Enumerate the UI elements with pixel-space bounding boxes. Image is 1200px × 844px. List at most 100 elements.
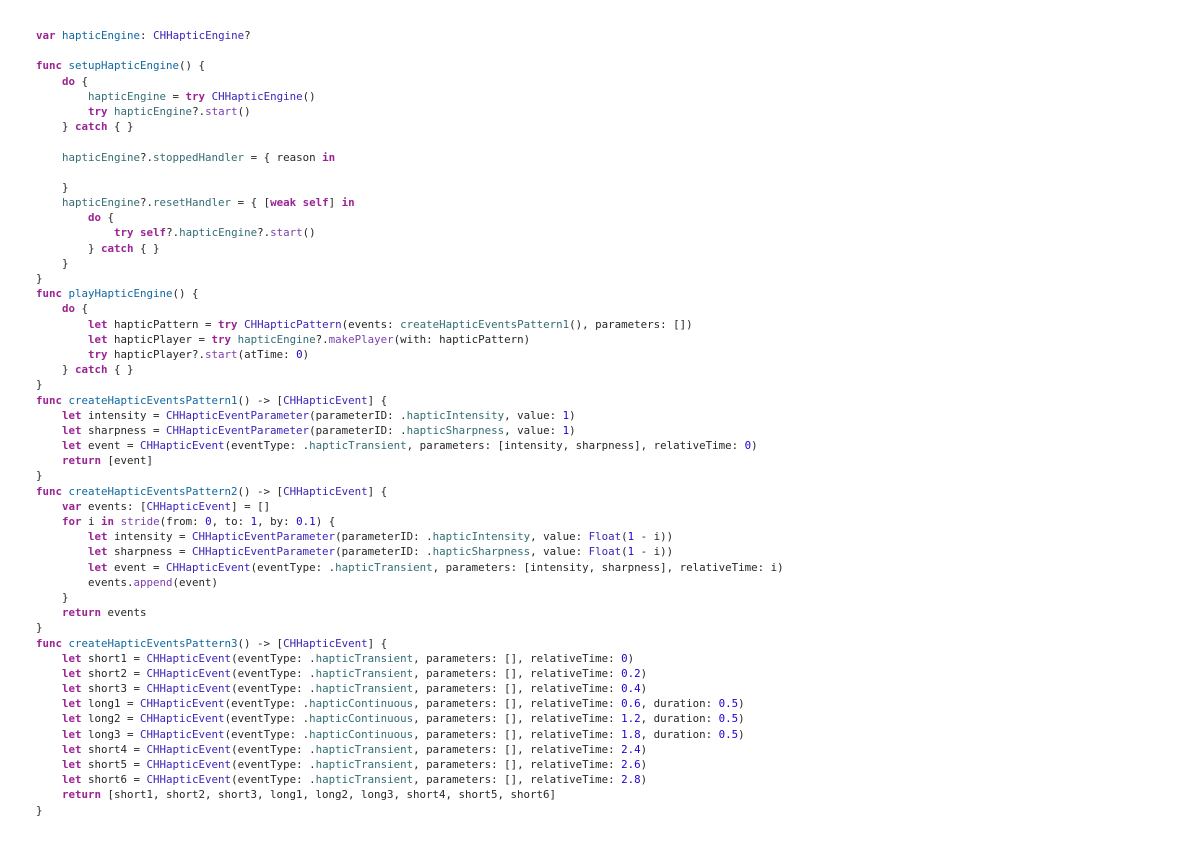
code-token: 0.2 [621,666,641,680]
code-line: do { [36,210,1200,225]
code-token: try [218,317,238,331]
code-line: let event = CHHapticEvent(eventType: .ha… [36,438,1200,453]
code-token: events [101,606,147,620]
code-token: { } [133,241,160,255]
code-line: func setupHapticEngine() { [36,58,1200,73]
code-token: short1 = [81,651,147,665]
code-token: createHapticEventsPattern3 [68,636,238,650]
code-token: catch [75,120,108,134]
code-line: return events [36,605,1200,620]
code-token: CHHapticEvent [283,393,368,407]
code-token: () { [179,59,206,73]
code-token: , value: [504,423,563,437]
code-token: hapticTransient [315,742,414,756]
code-token: ) [640,666,648,680]
code-token: (eventType: . [231,758,316,771]
code-token: hapticIntensity [406,408,505,422]
code-line: let short4 = CHHapticEvent(eventType: .h… [36,742,1200,757]
code-line: let intensity = CHHapticEventParameter(p… [36,529,1200,544]
code-token: event = [107,560,167,574]
code-token: , parameters: [intensity, sharpness], re… [406,439,745,453]
code-token: let [62,727,82,741]
code-token: CHHapticEvent [283,484,368,498]
code-token: short6 = [81,773,147,787]
code-token: (atTime: [237,347,297,361]
code-token: short4 = [81,742,147,756]
code-token: } [36,363,76,377]
code-token: CHHapticEvent [140,727,225,741]
code-token: short3 = [81,682,147,696]
code-token: stoppedHandler [153,150,245,164]
code-token: ? [244,29,251,42]
code-token: ) [738,712,745,726]
code-line: hapticEngine = try CHHapticEngine() [36,89,1200,104]
code-token: hapticTransient [315,758,414,771]
code-token: let [62,758,82,771]
code-token: start [205,104,238,118]
code-line: let event = CHHapticEvent(eventType: .ha… [36,560,1200,575]
code-token: try [88,347,108,361]
code-token: hapticContinuous [309,697,414,711]
code-token: (parameterID: . [309,423,407,437]
code-token: ?. [315,332,329,346]
code-token: hapticEngine [179,226,258,240]
code-token: (eventType: . [224,697,310,711]
code-token: i [81,515,102,528]
code-token: let [88,530,108,544]
code-token: } [36,378,43,392]
code-line: let short2 = CHHapticEvent(eventType: .h… [36,666,1200,681]
code-token: ) [751,439,758,453]
code-token: hapticIntensity [432,530,531,544]
code-token: , by: [257,515,297,528]
code-token: } [36,256,69,270]
code-token: , parameters: [], relativeTime: [413,712,622,726]
code-token: hapticTransient [309,439,407,453]
code-token: , duration: [640,697,719,711]
code-token: func [36,59,63,73]
code-token: return [62,606,102,620]
code-token: short5 = [81,758,147,771]
code-token: , parameters: [], relativeTime: [413,666,622,680]
code-line: } [36,590,1200,605]
code-token: let [62,773,82,787]
code-line: try hapticEngine?.start() [36,104,1200,119]
code-token: var [36,29,56,42]
code-token: 0.5 [718,727,739,741]
code-token: [event] [101,454,154,468]
code-token: , parameters: [intensity, sharpness], re… [432,560,784,574]
code-token: setupHapticEngine [68,59,180,73]
code-token: try [211,332,232,346]
code-token: CHHapticEngine [153,29,245,42]
code-token: let [88,560,108,574]
code-token: } [36,803,43,817]
code-token: weak [270,196,297,210]
code-token: CHHapticEvent [166,560,251,574]
code-token: playHapticEngine [68,287,173,301]
code-token: func [36,636,63,650]
code-token: ) [569,408,576,422]
code-token: let [88,317,108,331]
code-token: } [36,272,43,285]
code-token: CHHapticEvent [283,636,368,650]
code-line: } [36,803,1200,818]
code-token: start [270,226,303,240]
code-token: let [88,545,108,559]
code-token: hapticTransient [315,651,414,665]
code-editor[interactable]: var hapticEngine: CHHapticEngine? func se… [0,0,1200,844]
code-token: 2.4 [621,742,641,756]
code-line: } [36,468,1200,483]
code-token: createHapticEventsPattern1 [400,317,570,331]
code-token: (eventType: . [224,727,310,741]
code-line: let hapticPattern = try CHHapticPattern(… [36,317,1200,332]
code-token: hapticPlayer = [107,332,212,346]
